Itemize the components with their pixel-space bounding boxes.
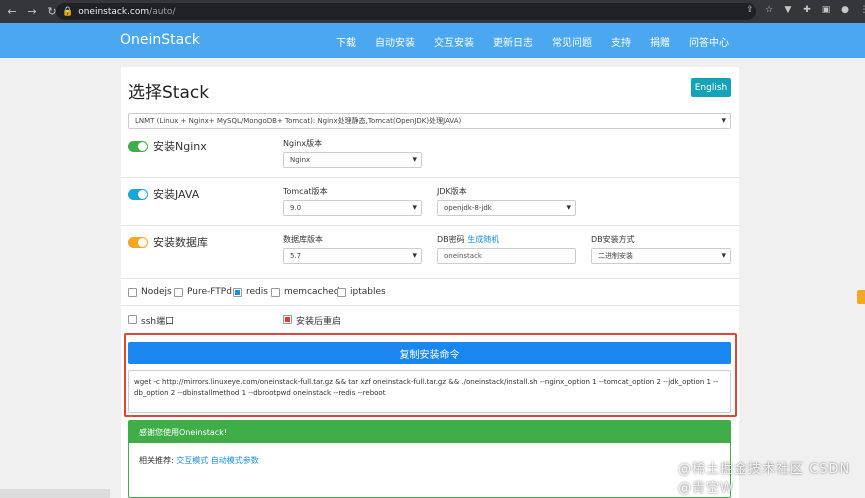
thanks-panel: 感谢您使用Oneinstack! 相关推荐: 交互模式 自动模式参数 — [128, 420, 731, 498]
divider — [121, 305, 739, 306]
recommend-text: 相关推荐: 交互模式 自动模式参数 — [139, 456, 259, 465]
puzzle-icon[interactable]: ✚ — [802, 5, 812, 15]
english-button[interactable]: English — [691, 78, 731, 97]
db-method-select[interactable]: 二进制安装 — [591, 248, 731, 264]
divider — [121, 225, 739, 226]
nginx-toggle[interactable] — [128, 141, 148, 152]
jdk-version-label: JDK版本 — [437, 187, 467, 196]
ssh-label: ssh端口 — [141, 317, 175, 327]
nginx-toggle-label: 安装Nginx — [153, 140, 207, 153]
status-strip — [0, 489, 110, 498]
divider — [121, 177, 739, 178]
nodejs-checkbox[interactable] — [128, 288, 137, 297]
main-nav: 下载 自动安装 交互安装 更新日志 常见问题 支持 捐赠 问答中心 — [317, 34, 729, 49]
jdk-version-select[interactable]: openjdk-8-jdk — [437, 200, 576, 216]
db-password-input[interactable]: oneinstack — [437, 248, 576, 264]
install-command-textarea[interactable]: wget -c http://mirrors.linuxeye.com/onei… — [128, 370, 731, 413]
memcached-checkbox[interactable] — [271, 288, 280, 297]
nav-download[interactable]: 下载 — [336, 34, 356, 49]
pureftpd-checkbox[interactable] — [174, 288, 183, 297]
nav-qa[interactable]: 问答中心 — [689, 34, 729, 49]
db-toggle[interactable] — [128, 237, 148, 248]
redis-label: redis — [246, 287, 268, 297]
reboot-checkbox[interactable] — [283, 315, 292, 324]
address-bar[interactable]: 🔒 oneinstack.com/auto/ — [56, 3, 756, 20]
menu-icon[interactable]: ⋮ — [859, 5, 865, 15]
profile-icon[interactable]: ● — [840, 5, 850, 15]
thanks-heading: 感谢您使用Oneinstack! — [129, 421, 730, 443]
pureftpd-label: Pure-FTPd — [187, 287, 232, 297]
nav-faq[interactable]: 常见问题 — [552, 34, 592, 49]
nav-donate[interactable]: 捐赠 — [650, 34, 670, 49]
nginx-version-label: Nginx版本 — [283, 139, 323, 148]
java-toggle[interactable] — [128, 189, 148, 200]
bookmark-star-icon[interactable]: ☆ — [764, 5, 774, 15]
nginx-version-select[interactable]: Nginx — [283, 152, 422, 168]
url-text: oneinstack.com/auto/ — [78, 6, 176, 17]
lock-icon: 🔒 — [62, 6, 74, 17]
nodejs-label: Nodejs — [141, 287, 172, 297]
redis-checkbox[interactable] — [233, 288, 242, 297]
db-version-select[interactable]: 5.7 — [283, 248, 422, 264]
stack-config-card: 选择Stack English LNMT (Linux + Nginx+ MyS… — [121, 67, 739, 498]
db-toggle-label: 安装数据库 — [153, 236, 208, 249]
back-icon[interactable]: ← — [4, 4, 20, 20]
auto-mode-params-link[interactable]: 自动模式参数 — [211, 456, 259, 465]
db-version-label: 数据库版本 — [283, 235, 323, 244]
interactive-mode-link[interactable]: 交互模式 — [176, 456, 208, 465]
site-header: OneinStack 下载 自动安装 交互安装 更新日志 常见问题 支持 捐赠 … — [0, 23, 865, 58]
brand-logo[interactable]: OneinStack — [120, 32, 200, 48]
iptables-checkbox[interactable] — [337, 288, 346, 297]
ssh-checkbox[interactable] — [128, 315, 137, 324]
sidebar-icon[interactable]: ▣ — [821, 5, 831, 15]
reboot-label: 安装后重启 — [296, 317, 342, 327]
tomcat-version-select[interactable]: 9.0 — [283, 200, 422, 216]
browser-toolbar: ← → ↻ 🔒 oneinstack.com/auto/ ⇪ ☆ ▼ ✚ ▣ ●… — [0, 0, 865, 23]
watermark-text: @稀土掘金技术社区 CSDN @青空W — [678, 462, 851, 496]
db-password-label: DB密码 生成随机 — [437, 235, 500, 244]
side-widget[interactable] — [857, 290, 865, 304]
share-icon[interactable]: ⇪ — [745, 5, 755, 15]
stack-select[interactable]: LNMT (Linux + Nginx+ MySQL/MongoDB+ Tomc… — [128, 113, 731, 129]
nav-support[interactable]: 支持 — [611, 34, 631, 49]
copy-command-button[interactable]: 复制安装命令 — [128, 342, 731, 364]
page-title: 选择Stack — [128, 83, 210, 103]
tomcat-version-label: Tomcat版本 — [283, 187, 328, 196]
nav-interactive-install[interactable]: 交互安装 — [434, 34, 474, 49]
extension-v-icon[interactable]: ▼ — [783, 5, 793, 15]
nav-changelog[interactable]: 更新日志 — [493, 34, 533, 49]
divider — [121, 278, 739, 279]
java-toggle-label: 安装JAVA — [153, 188, 200, 201]
memcached-label: memcached — [284, 287, 340, 297]
iptables-label: iptables — [350, 287, 386, 297]
db-method-label: DB安装方式 — [591, 235, 635, 244]
nav-auto-install[interactable]: 自动安装 — [375, 34, 415, 49]
forward-icon[interactable]: → — [24, 4, 40, 20]
generate-random-link[interactable]: 生成随机 — [467, 235, 499, 244]
